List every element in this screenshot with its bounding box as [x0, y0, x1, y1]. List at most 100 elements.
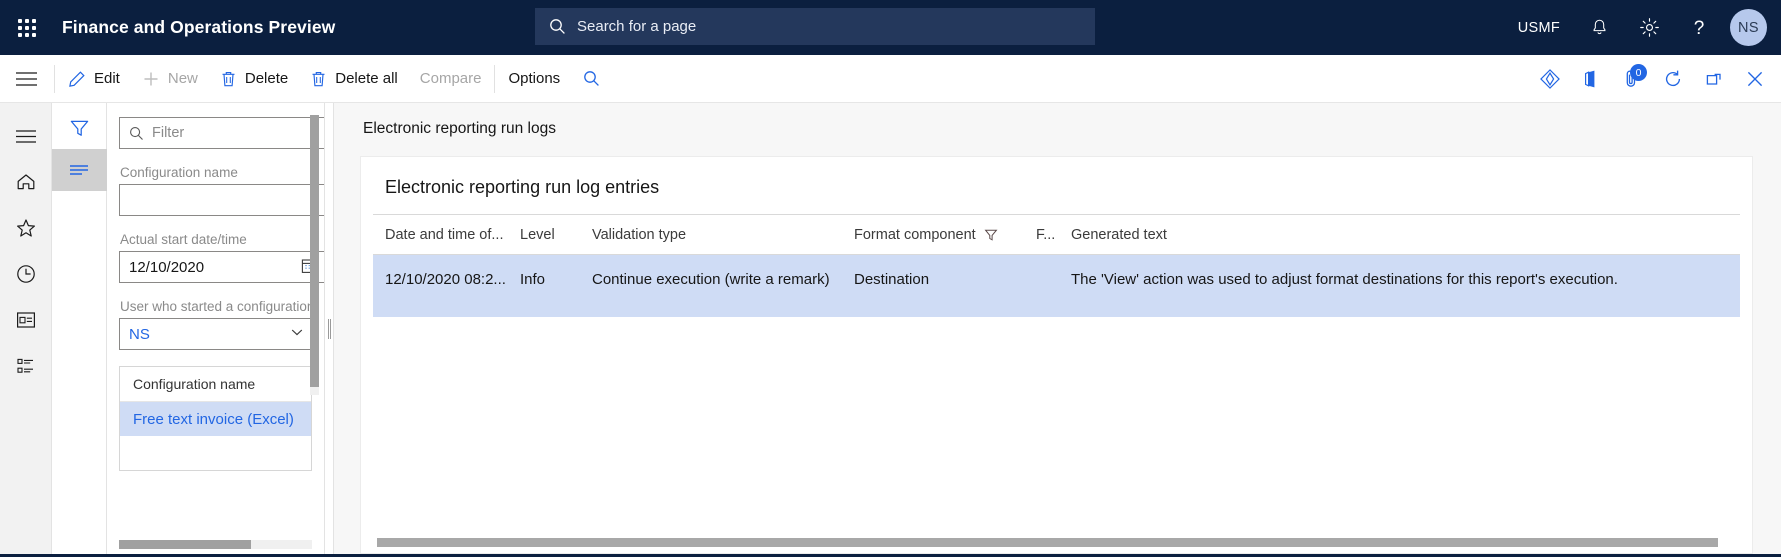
page-body: Filter Configuration name Actual start d… [0, 103, 1781, 554]
app-title: Finance and Operations Preview [62, 17, 336, 37]
grid-body: 12/10/2020 08:2... Info Continue executi… [373, 255, 1740, 538]
waffle-grid-icon[interactable] [0, 0, 54, 55]
divider [54, 64, 55, 93]
left-navigation-rail [0, 103, 52, 554]
chevron-down-icon[interactable] [289, 324, 305, 344]
hamburger-menu-icon[interactable] [0, 55, 52, 102]
navbar-right-group: USMF ? NS [1504, 0, 1781, 55]
column-header-f-label: F... [1036, 226, 1056, 243]
column-header-validation-type-label: Validation type [592, 226, 687, 243]
configuration-name-grid-header[interactable]: Configuration name [120, 367, 311, 402]
top-navigation-bar: Finance and Operations Preview Search fo… [0, 0, 1781, 55]
edit-button[interactable]: Edit [57, 55, 131, 102]
popout-icon[interactable] [1693, 55, 1734, 102]
new-button-label: New [167, 70, 198, 87]
page-title: Electronic reporting run logs [363, 120, 556, 137]
compare-button[interactable]: Compare [409, 55, 493, 102]
delete-button[interactable]: Delete [209, 55, 299, 102]
cell-format-component: Destination [854, 271, 930, 288]
delete-all-button[interactable]: Delete all [299, 55, 409, 102]
options-tab[interactable]: Options [497, 55, 571, 102]
action-pane: Edit New Delete Delete all Compare Optio [0, 55, 1781, 103]
teams-share-icon[interactable] [1529, 55, 1570, 102]
new-button[interactable]: New [131, 55, 209, 102]
actual-start-datetime-field[interactable]: 12/10/2020 [119, 251, 324, 283]
configuration-name-grid: Configuration name Free text invoice (Ex… [119, 366, 312, 471]
column-header-date-label: Date and time of... [385, 226, 504, 243]
clock-icon[interactable] [0, 251, 52, 297]
trash-icon [310, 70, 327, 88]
main-content: Electronic reporting run logs Electronic… [334, 103, 1781, 554]
hamburger-menu-icon[interactable] [0, 113, 52, 159]
cell-generated-text: The 'View' action was used to adjust for… [1071, 271, 1618, 288]
column-header-format-component[interactable]: Format component [842, 227, 1024, 243]
svg-text:?: ? [1694, 18, 1705, 39]
search-icon [129, 126, 144, 141]
grid-header-row: Date and time of... ↓ Level Validation t… [373, 215, 1740, 255]
avatar[interactable]: NS [1730, 9, 1767, 46]
column-header-date[interactable]: Date and time of... ↓ [373, 227, 508, 243]
close-icon[interactable] [1734, 55, 1775, 102]
divider [494, 64, 496, 93]
actual-start-datetime-label: Actual start date/time [120, 232, 247, 247]
bell-icon[interactable] [1574, 0, 1624, 55]
filter-pane-tab[interactable] [51, 149, 107, 191]
grid-horizontal-scrollbar[interactable] [373, 538, 1740, 547]
cell-date: 12/10/2020 08:2... [385, 271, 506, 288]
column-header-f[interactable]: F... [1024, 227, 1059, 243]
configuration-name-label: Configuration name [120, 165, 238, 180]
search-icon [549, 18, 566, 35]
configuration-name-field[interactable] [119, 184, 324, 216]
trash-icon [220, 70, 237, 88]
user-who-started-field[interactable]: NS [119, 318, 312, 350]
run-log-entries-card: Electronic reporting run log entries Dat… [360, 156, 1753, 554]
filter-funnel-icon [984, 228, 998, 242]
modules-icon[interactable] [0, 343, 52, 389]
filter-pane-content: Filter Configuration name Actual start d… [107, 103, 324, 471]
filter-tab-strip [51, 103, 107, 554]
compare-button-label: Compare [419, 70, 482, 87]
filter-pane-horizontal-scrollbar[interactable] [119, 540, 312, 549]
office-app-icon[interactable] [1570, 55, 1611, 102]
gear-icon[interactable] [1624, 0, 1674, 55]
column-header-level[interactable]: Level [508, 227, 580, 243]
edit-button-label: Edit [94, 70, 120, 87]
actual-start-datetime-value: 12/10/2020 [129, 258, 205, 276]
plus-icon [142, 70, 160, 88]
delete-all-button-label: Delete all [335, 70, 398, 87]
user-who-started-label: User who started a configuration [120, 299, 315, 314]
attachments-badge: 0 [1630, 64, 1647, 81]
action-pane-right-icons: 0 [1529, 55, 1775, 102]
column-header-generated-text[interactable]: Generated text [1059, 227, 1740, 243]
global-search-input[interactable]: Search for a page [535, 8, 1095, 45]
filter-search-input[interactable]: Filter [119, 117, 324, 149]
refresh-icon[interactable] [1652, 55, 1693, 102]
column-header-format-component-label: Format component [854, 226, 976, 243]
cell-level: Info [520, 271, 546, 288]
pencil-icon [68, 70, 86, 88]
column-header-validation-type[interactable]: Validation type [580, 227, 842, 243]
filter-pane-vertical-scrollbar[interactable] [310, 115, 319, 395]
options-tab-label: Options [508, 70, 561, 87]
global-search-placeholder: Search for a page [577, 18, 697, 35]
user-who-started-value: NS [129, 325, 150, 343]
waffle-dots [18, 18, 36, 37]
delete-button-label: Delete [244, 70, 289, 87]
list-item-empty[interactable] [120, 436, 311, 470]
star-icon[interactable] [0, 205, 52, 251]
workspaces-icon[interactable] [0, 297, 52, 343]
filter-search-placeholder: Filter [152, 125, 185, 141]
table-row[interactable]: 12/10/2020 08:2... Info Continue executi… [373, 255, 1740, 317]
filter-pane: Filter Configuration name Actual start d… [107, 103, 325, 554]
home-icon[interactable] [0, 159, 52, 205]
attachments-icon[interactable]: 0 [1611, 55, 1652, 102]
action-pane-search-icon[interactable] [571, 55, 612, 102]
filter-funnel-icon[interactable] [52, 107, 107, 149]
company-selector[interactable]: USMF [1504, 20, 1574, 36]
application-window: Finance and Operations Preview Search fo… [0, 0, 1781, 557]
list-item[interactable]: Free text invoice (Excel) [120, 402, 311, 436]
cell-validation-type: Continue execution (write a remark) [592, 271, 830, 288]
run-log-entries-grid: Date and time of... ↓ Level Validation t… [373, 214, 1740, 553]
question-mark-icon[interactable]: ? [1674, 0, 1724, 55]
pane-splitter-handle[interactable] [325, 103, 334, 554]
